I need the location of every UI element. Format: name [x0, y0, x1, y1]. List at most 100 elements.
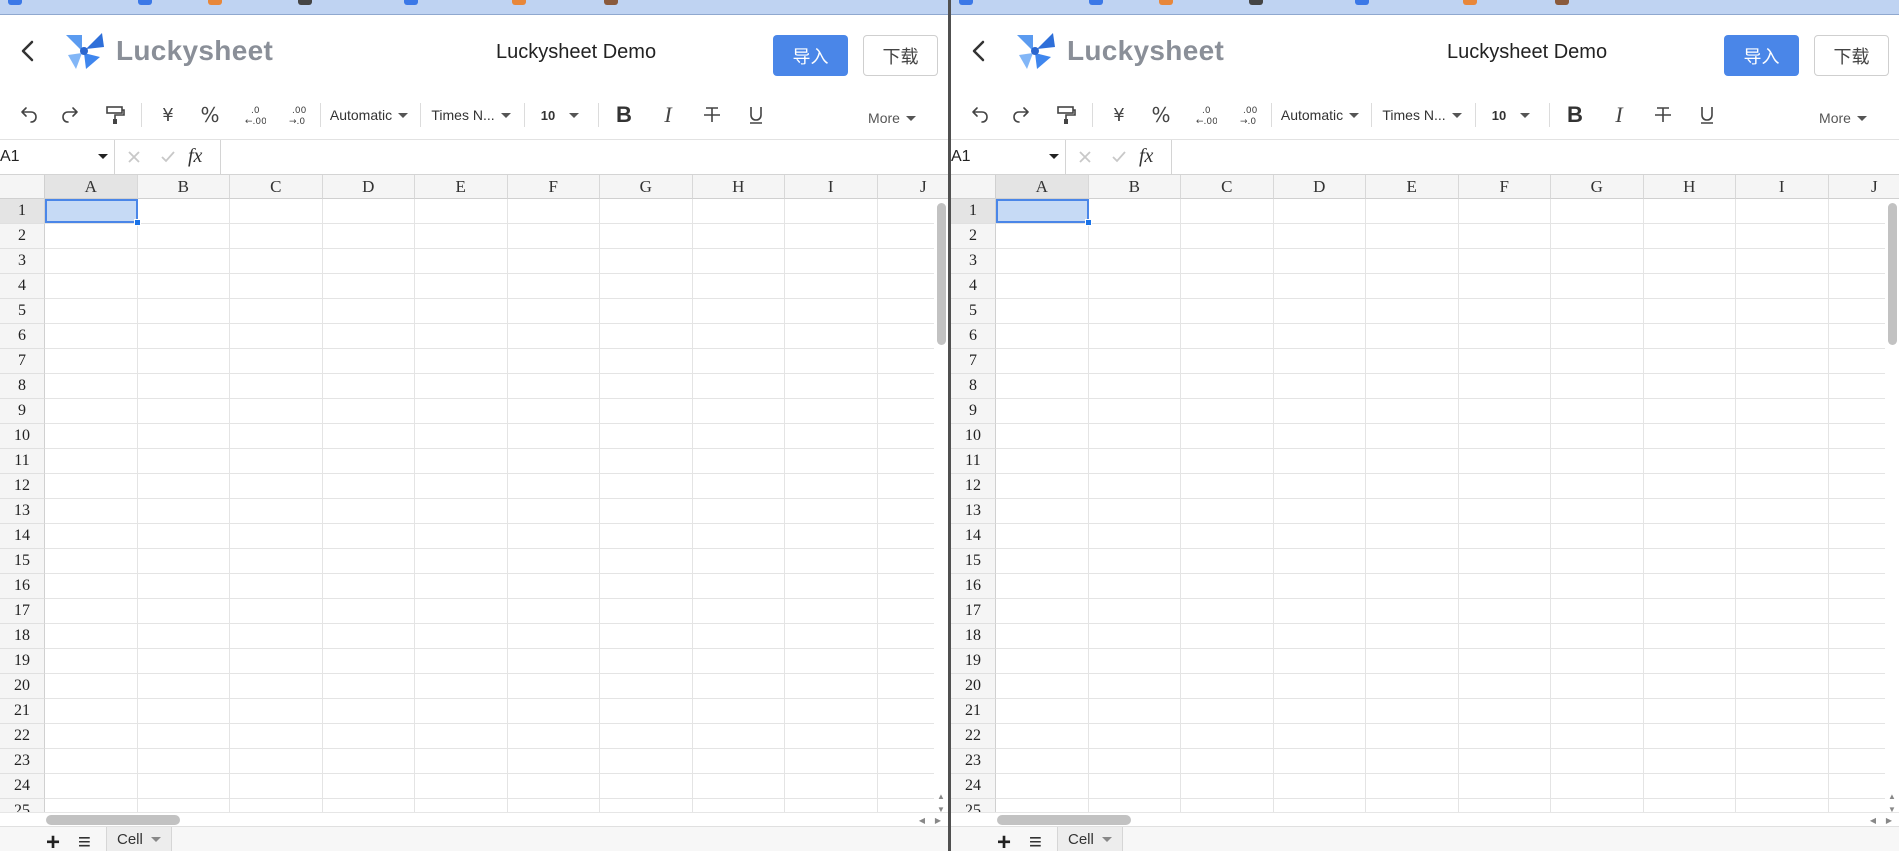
row-header-12[interactable]: 12 — [951, 474, 996, 499]
row-header-6[interactable]: 6 — [0, 324, 45, 349]
bold-button[interactable]: B — [1559, 90, 1591, 140]
row-header-25[interactable]: 25 — [0, 799, 45, 812]
browser-tab-favicon[interactable] — [959, 0, 973, 5]
column-header-b[interactable]: B — [1088, 175, 1181, 199]
browser-tab-favicon[interactable] — [512, 0, 526, 5]
vertical-scroll-thumb[interactable] — [1888, 203, 1897, 345]
sheet-tab[interactable]: Cell — [1057, 827, 1123, 851]
column-header-i[interactable]: I — [1736, 175, 1829, 199]
cancel-edit-button[interactable] — [122, 145, 146, 169]
number-format-dropdown[interactable]: Automatic — [328, 90, 410, 140]
row-header-11[interactable]: 11 — [951, 449, 996, 474]
row-header-4[interactable]: 4 — [951, 274, 996, 299]
confirm-edit-button[interactable] — [1107, 145, 1131, 169]
row-header-10[interactable]: 10 — [0, 424, 45, 449]
row-header-6[interactable]: 6 — [951, 324, 996, 349]
currency-format-button[interactable]: ¥ — [1103, 90, 1135, 140]
sheet-list-button[interactable]: ≡ — [1029, 830, 1042, 851]
column-header-d[interactable]: D — [322, 175, 415, 199]
row-header-8[interactable]: 8 — [0, 374, 45, 399]
italic-button[interactable]: I — [1603, 90, 1635, 140]
row-header-24[interactable]: 24 — [0, 774, 45, 799]
insert-function-button[interactable]: fx — [188, 145, 202, 168]
column-header-e[interactable]: E — [415, 175, 508, 199]
column-header-g[interactable]: G — [600, 175, 693, 199]
row-header-7[interactable]: 7 — [951, 349, 996, 374]
cell-grid[interactable] — [996, 199, 1899, 812]
font-family-dropdown[interactable]: Times N... — [428, 90, 514, 140]
column-header-h[interactable]: H — [692, 175, 785, 199]
underline-button[interactable] — [740, 90, 772, 140]
row-header-18[interactable]: 18 — [0, 624, 45, 649]
column-header-a[interactable]: A — [45, 175, 138, 199]
column-header-f[interactable]: F — [1458, 175, 1551, 199]
scroll-up-arrow-icon[interactable]: ▲ — [936, 790, 946, 802]
row-header-2[interactable]: 2 — [951, 224, 996, 249]
active-cell-selection[interactable] — [996, 199, 1089, 223]
row-header-22[interactable]: 22 — [0, 724, 45, 749]
row-header-5[interactable]: 5 — [0, 299, 45, 324]
row-header-13[interactable]: 13 — [0, 499, 45, 524]
more-dropdown[interactable]: More — [862, 93, 922, 143]
percent-format-button[interactable]: % — [194, 90, 226, 140]
column-header-d[interactable]: D — [1273, 175, 1366, 199]
undo-button[interactable] — [963, 90, 995, 140]
horizontal-scrollbar[interactable]: ◀ ▶ — [0, 812, 948, 826]
browser-tab-favicon[interactable] — [404, 0, 418, 5]
scroll-down-arrow-icon[interactable]: ▼ — [936, 803, 946, 813]
confirm-edit-button[interactable] — [156, 145, 180, 169]
vertical-scroll-thumb[interactable] — [937, 203, 946, 345]
row-header-17[interactable]: 17 — [0, 599, 45, 624]
cell-name-box[interactable]: A1 — [0, 140, 115, 174]
number-format-dropdown[interactable]: Automatic — [1279, 90, 1361, 140]
row-header-21[interactable]: 21 — [951, 699, 996, 724]
strikethrough-button[interactable] — [696, 90, 728, 140]
vertical-scrollbar[interactable]: ▲ ▼ — [1885, 199, 1899, 812]
row-header-13[interactable]: 13 — [951, 499, 996, 524]
row-header-1[interactable]: 1 — [951, 199, 996, 224]
row-header-7[interactable]: 7 — [0, 349, 45, 374]
browser-tab-favicon[interactable] — [1089, 0, 1103, 5]
row-header-3[interactable]: 3 — [951, 249, 996, 274]
currency-format-button[interactable]: ¥ — [152, 90, 184, 140]
column-header-b[interactable]: B — [137, 175, 230, 199]
scroll-left-arrow-icon[interactable]: ◀ — [1867, 814, 1879, 826]
row-header-15[interactable]: 15 — [0, 549, 45, 574]
row-header-22[interactable]: 22 — [951, 724, 996, 749]
decrease-decimal-button[interactable]: .0 ←.00 — [1189, 90, 1221, 140]
cell-grid[interactable] — [45, 199, 948, 812]
row-header-24[interactable]: 24 — [951, 774, 996, 799]
browser-tab-favicon[interactable] — [1355, 0, 1369, 5]
more-dropdown[interactable]: More — [1813, 93, 1873, 143]
scroll-right-arrow-icon[interactable]: ▶ — [932, 814, 944, 826]
row-header-14[interactable]: 14 — [0, 524, 45, 549]
row-header-9[interactable]: 9 — [951, 399, 996, 424]
browser-tab-favicon[interactable] — [208, 0, 222, 5]
formula-input[interactable] — [1173, 140, 1899, 174]
italic-button[interactable]: I — [652, 90, 684, 140]
row-header-19[interactable]: 19 — [951, 649, 996, 674]
active-cell-selection[interactable] — [45, 199, 138, 223]
row-header-23[interactable]: 23 — [0, 749, 45, 774]
row-header-23[interactable]: 23 — [951, 749, 996, 774]
column-header-h[interactable]: H — [1643, 175, 1736, 199]
undo-button[interactable] — [12, 90, 44, 140]
scroll-down-arrow-icon[interactable]: ▼ — [1887, 803, 1897, 813]
browser-tab-favicon[interactable] — [138, 0, 152, 5]
format-painter-button[interactable] — [99, 90, 131, 140]
cancel-edit-button[interactable] — [1073, 145, 1097, 169]
browser-tab-favicon[interactable] — [298, 0, 312, 5]
browser-tab-favicon[interactable] — [1555, 0, 1569, 5]
row-header-15[interactable]: 15 — [951, 549, 996, 574]
font-size-dropdown[interactable]: 10 — [532, 90, 588, 140]
row-header-16[interactable]: 16 — [951, 574, 996, 599]
back-button[interactable] — [14, 37, 42, 65]
browser-tab-favicon[interactable] — [1249, 0, 1263, 5]
column-header-c[interactable]: C — [1181, 175, 1274, 199]
sheet-list-button[interactable]: ≡ — [78, 830, 91, 851]
scroll-left-arrow-icon[interactable]: ◀ — [916, 814, 928, 826]
browser-tab-favicon[interactable] — [604, 0, 618, 5]
browser-tab-favicon[interactable] — [1463, 0, 1477, 5]
horizontal-scroll-thumb[interactable] — [46, 815, 180, 825]
row-header-12[interactable]: 12 — [0, 474, 45, 499]
